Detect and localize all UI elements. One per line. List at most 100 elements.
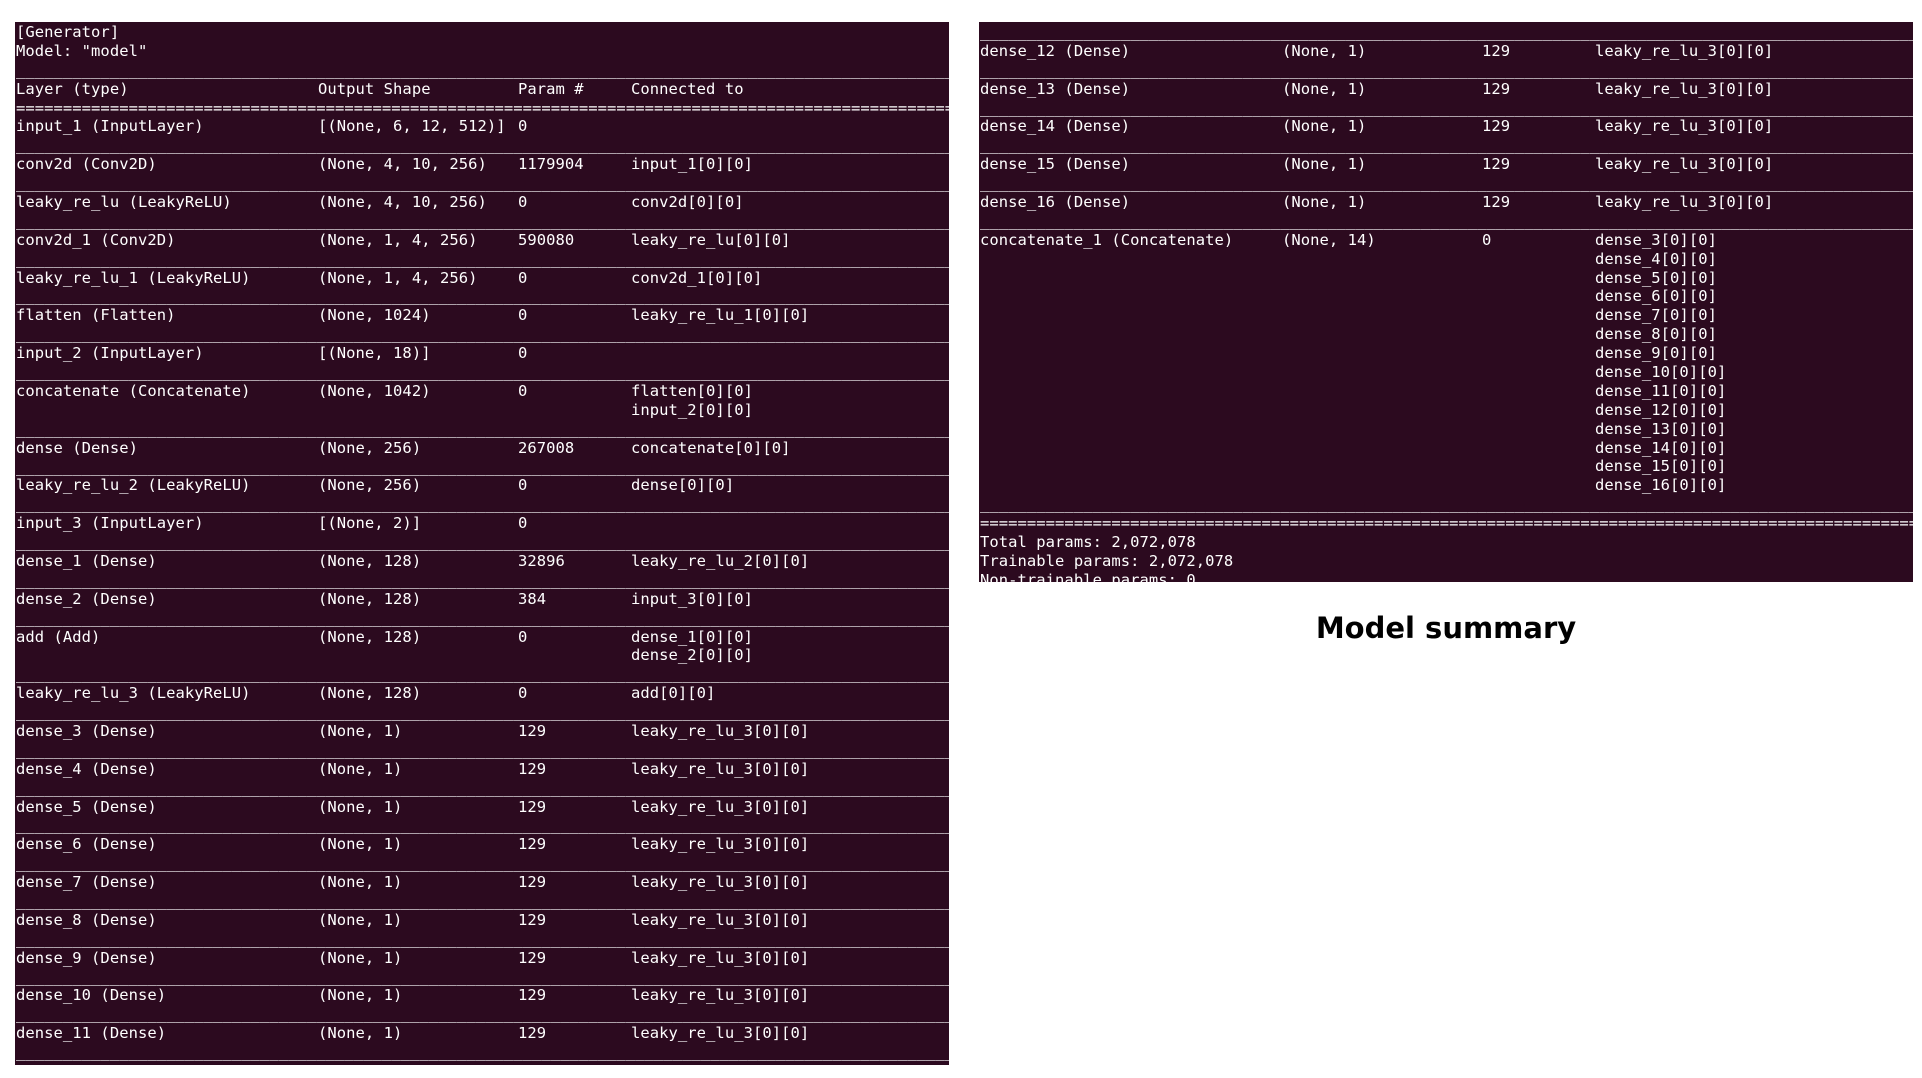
param-count: 129 bbox=[1482, 79, 1511, 98]
separator: ________________________________________… bbox=[16, 249, 949, 268]
output-shape: (None, 1) bbox=[1282, 193, 1367, 212]
connection: dense_7[0][0] bbox=[1595, 306, 1717, 325]
output-shape: (None, 1) bbox=[318, 835, 403, 854]
param-count: 129 bbox=[518, 797, 547, 816]
table-row: dense_11 (Dense) (None, 1) 129 leaky_re_lu_… bbox=[16, 1024, 949, 1043]
separator: ________________________________________… bbox=[16, 665, 949, 684]
table-row: leaky_re_lu_3 (LeakyReLU) (None, 128) 0 add… bbox=[16, 684, 949, 703]
separator: ________________________________________… bbox=[16, 419, 949, 438]
connection: leaky_re_lu_3[0][0] bbox=[631, 986, 810, 1005]
table-row: dense_7 (Dense) (None, 1) 129 leaky_re_lu_3… bbox=[16, 873, 949, 892]
param-count: 267008 bbox=[518, 438, 575, 457]
connection: dense_10[0][0] bbox=[1595, 363, 1727, 382]
output-shape: (None, 128) bbox=[318, 684, 422, 703]
terminal-left-panel: [Generator] Model: "model" _____________… bbox=[15, 22, 949, 1065]
column-header: Param # bbox=[518, 79, 584, 98]
connected-to: leaky_re_lu_3[0][0] bbox=[631, 798, 809, 817]
connected-to: leaky_re_lu_3[0][0] bbox=[631, 873, 809, 892]
table-row: dense_3 (Dense) (None, 1) 129 leaky_re_lu_3… bbox=[16, 722, 949, 741]
param-count: 129 bbox=[1482, 41, 1511, 60]
connected-to: leaky_re_lu_3[0][0] bbox=[1595, 80, 1773, 99]
connected-to: leaky_re_lu[0][0] bbox=[631, 231, 791, 250]
param-count: 0 bbox=[518, 381, 528, 400]
layer-name: dense_8 (Dense) bbox=[16, 910, 157, 929]
layer-name: leaky_re_lu_3 (LeakyReLU) bbox=[16, 684, 251, 703]
separator: ________________________________________… bbox=[980, 98, 1913, 117]
output-shape: (None, 4, 10, 256) bbox=[318, 155, 487, 174]
separator: ________________________________________… bbox=[16, 929, 949, 948]
layer-name: dense_7 (Dense) bbox=[16, 873, 157, 892]
connection: add[0][0] bbox=[631, 684, 716, 703]
connected-to: leaky_re_lu_3[0][0] bbox=[1595, 155, 1773, 174]
trainable-params: Trainable params: 2,072,078 bbox=[980, 552, 1234, 571]
separator: ________________________________________… bbox=[16, 495, 949, 514]
table-row: dense_8 (Dense) (None, 1) 129 leaky_re_lu_3… bbox=[16, 911, 949, 930]
connection: dense_14[0][0] bbox=[1595, 438, 1727, 457]
output-shape: (None, 1) bbox=[318, 721, 403, 740]
param-count: 384 bbox=[518, 589, 547, 608]
connection: leaky_re_lu_3[0][0] bbox=[1595, 117, 1774, 136]
connected-to: conv2d_1[0][0] bbox=[631, 269, 762, 288]
connection: conv2d_1[0][0] bbox=[631, 268, 763, 287]
layer-name: dense_13 (Dense) bbox=[980, 79, 1131, 98]
connection: dense_3[0][0] bbox=[1595, 230, 1717, 249]
param-count: 0 bbox=[518, 117, 528, 136]
connection: conv2d[0][0] bbox=[631, 193, 744, 212]
connection: leaky_re_lu_3[0][0] bbox=[1595, 41, 1774, 60]
connection: dense_11[0][0] bbox=[1595, 381, 1727, 400]
output-shape: (None, 1) bbox=[1282, 41, 1367, 60]
param-count: 590080 bbox=[518, 230, 575, 249]
table-row: concatenate_1 (Concatenate) (None, 14) 0 de… bbox=[980, 231, 1913, 496]
connection: flatten[0][0] bbox=[631, 381, 753, 400]
table-row: input_3 (InputLayer) [(None, 2)] 0 bbox=[16, 514, 949, 533]
connected-to: dense_1[0][0] dense_2[0][0] bbox=[631, 628, 753, 666]
table-row: input_2 (InputLayer) [(None, 18)] 0 bbox=[16, 344, 949, 363]
connection: dense_4[0][0] bbox=[1595, 249, 1717, 268]
connection: dense_6[0][0] bbox=[1595, 287, 1717, 306]
table-row: add (Add) (None, 128) 0 dense_1[0][0] dense_… bbox=[16, 628, 949, 666]
connection: leaky_re_lu_1[0][0] bbox=[631, 306, 810, 325]
layer-name: dense_4 (Dense) bbox=[16, 759, 157, 778]
connected-to: leaky_re_lu_3[0][0] bbox=[631, 760, 809, 779]
param-count: 129 bbox=[1482, 155, 1511, 174]
param-count: 129 bbox=[518, 948, 547, 967]
column-header: Connected to bbox=[631, 79, 744, 98]
separator: ________________________________________… bbox=[980, 495, 1913, 514]
output-shape: (None, 1) bbox=[1282, 79, 1367, 98]
connected-to: concatenate[0][0] bbox=[631, 439, 791, 458]
connection: leaky_re_lu_3[0][0] bbox=[1595, 155, 1774, 174]
layer-name: input_3 (InputLayer) bbox=[16, 514, 204, 533]
table-row: flatten (Flatten) (None, 1024) 0 leaky_re_l… bbox=[16, 306, 949, 325]
connected-to: leaky_re_lu_3[0][0] bbox=[631, 949, 809, 968]
connection: leaky_re_lu_3[0][0] bbox=[631, 797, 810, 816]
param-count: 0 bbox=[518, 514, 528, 533]
output-shape: (None, 14) bbox=[1282, 230, 1376, 249]
output-shape: (None, 4, 10, 256) bbox=[318, 193, 487, 212]
layer-name: dense_1 (Dense) bbox=[16, 551, 157, 570]
connected-to: leaky_re_lu_3[0][0] bbox=[631, 911, 809, 930]
output-shape: (None, 256) bbox=[318, 476, 422, 495]
connected-to: input_3[0][0] bbox=[631, 590, 753, 609]
separator: ________________________________________… bbox=[16, 892, 949, 910]
param-count: 0 bbox=[518, 684, 528, 703]
separator: ________________________________________… bbox=[16, 1043, 949, 1062]
layer-name: dense_9 (Dense) bbox=[16, 948, 157, 967]
output-shape: (None, 1) bbox=[318, 948, 403, 967]
connection: dense_9[0][0] bbox=[1595, 344, 1717, 363]
param-count: 129 bbox=[518, 759, 547, 778]
layer-name: dense_16 (Dense) bbox=[980, 193, 1131, 212]
connection: leaky_re_lu_2[0][0] bbox=[631, 551, 810, 570]
output-shape: [(None, 6, 12, 512)] bbox=[318, 117, 506, 136]
connection: leaky_re_lu_3[0][0] bbox=[1595, 79, 1774, 98]
connected-to: flatten[0][0] input_2[0][0] bbox=[631, 382, 753, 420]
table-row: dense_5 (Dense) (None, 1) 129 leaky_re_lu_3… bbox=[16, 798, 949, 817]
layer-name: conv2d_1 (Conv2D) bbox=[16, 230, 176, 249]
separator: ________________________________________… bbox=[16, 608, 949, 627]
separator: ________________________________________… bbox=[16, 325, 949, 344]
layer-name: dense_15 (Dense) bbox=[980, 155, 1131, 174]
connection: input_1[0][0] bbox=[631, 155, 753, 174]
header-line: [Generator] bbox=[16, 23, 120, 41]
table-row: conv2d (Conv2D) (None, 4, 10, 256) 1179904… bbox=[16, 155, 949, 174]
connection: leaky_re_lu_3[0][0] bbox=[631, 1024, 810, 1043]
layer-name: dense_14 (Dense) bbox=[980, 117, 1131, 136]
